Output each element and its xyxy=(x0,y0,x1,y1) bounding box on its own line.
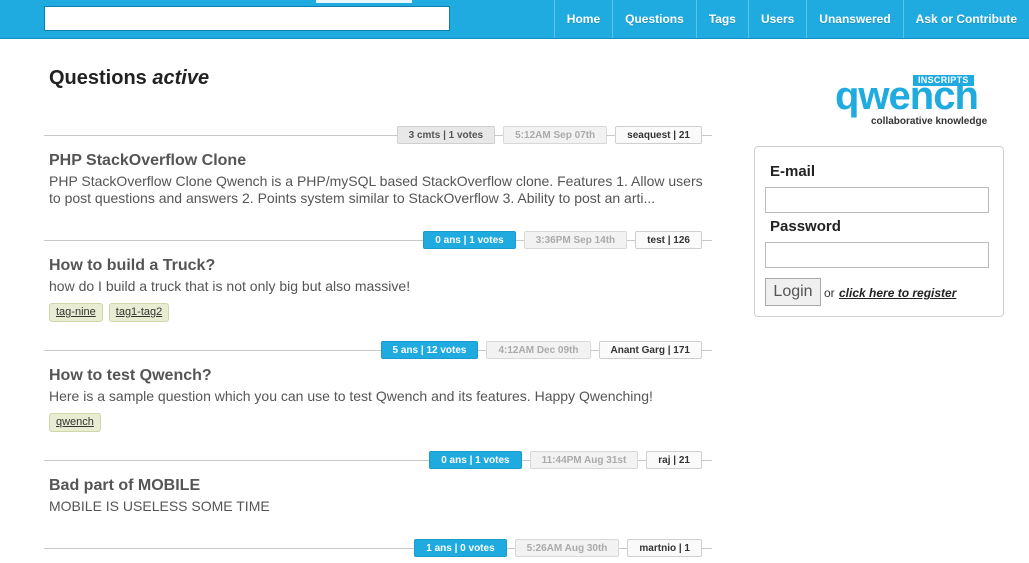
timestamp: 4:12AM Dec 09th xyxy=(486,341,591,359)
logo-tagline: collaborative knowledge xyxy=(871,116,988,127)
question-meta: 3 cmts | 1 votes 5:12AM Sep 07th seaques… xyxy=(44,120,712,150)
timestamp: 3:36PM Sep 14th xyxy=(523,231,628,249)
page-title-filter: active xyxy=(152,67,210,89)
author-link[interactable]: martnio | 1 xyxy=(627,539,702,557)
search-input[interactable] xyxy=(44,6,450,31)
question-excerpt: how do I build a truck that is not only … xyxy=(49,278,411,294)
author-link[interactable]: seaquest | 21 xyxy=(615,126,702,144)
author-link[interactable]: test | 126 xyxy=(635,231,702,249)
answer-vote-count: 1 ans | 0 votes xyxy=(414,539,507,557)
login-form: E-mail Password Login or click here to r… xyxy=(754,146,1004,317)
question-stats: 5 ans | 12 votes 4:12AM Dec 09th Anant G… xyxy=(380,341,702,359)
page-title: Questions active xyxy=(49,67,209,90)
question-stats: 1 ans | 0 votes 5:26AM Aug 30th martnio … xyxy=(414,539,702,557)
tag-chip[interactable]: qwench xyxy=(49,413,101,432)
login-button[interactable]: Login xyxy=(765,278,821,306)
question-excerpt: Here is a sample question which you can … xyxy=(49,388,653,404)
email-label: E-mail xyxy=(770,163,816,180)
nav-users-link[interactable]: Users xyxy=(747,0,806,38)
tag-list: qwench xyxy=(49,413,712,432)
nav-questions-link[interactable]: Questions xyxy=(612,0,696,38)
question-item: 0 ans | 1 votes 11:44PM Aug 31st raj | 2… xyxy=(44,445,712,533)
question-meta: 5 ans | 12 votes 4:12AM Dec 09th Anant G… xyxy=(44,335,712,365)
page-title-text: Questions xyxy=(49,67,147,89)
top-navigation-bar: Home Questions Tags Users Unanswered Ask… xyxy=(0,0,1029,39)
active-tab-indicator xyxy=(316,0,412,3)
tag-chip[interactable]: tag1-tag2 xyxy=(108,303,170,322)
author-link[interactable]: Anant Garg | 171 xyxy=(598,341,702,359)
question-meta: 0 ans | 1 votes 11:44PM Aug 31st raj | 2… xyxy=(44,445,712,475)
question-meta: 1 ans | 0 votes 5:26AM Aug 30th martnio … xyxy=(44,533,712,563)
question-stats: 3 cmts | 1 votes 5:12AM Sep 07th seaques… xyxy=(396,126,702,144)
nav-ask-link[interactable]: Ask or Contribute xyxy=(902,0,1029,38)
timestamp: 5:26AM Aug 30th xyxy=(514,539,620,557)
question-title-link[interactable]: How to build a Truck? xyxy=(49,257,712,275)
question-list: 3 cmts | 1 votes 5:12AM Sep 07th seaques… xyxy=(44,120,712,563)
author-link[interactable]: raj | 21 xyxy=(646,451,702,469)
question-meta: 0 ans | 1 votes 3:36PM Sep 14th test | 1… xyxy=(44,225,712,255)
question-item: 0 ans | 1 votes 3:36PM Sep 14th test | 1… xyxy=(44,225,712,335)
answer-vote-count: 5 ans | 12 votes xyxy=(380,341,479,359)
password-field[interactable] xyxy=(765,242,989,268)
password-label: Password xyxy=(770,218,841,235)
main-nav: Home Questions Tags Users Unanswered Ask… xyxy=(553,0,1029,38)
question-excerpt: MOBILE IS USELESS SOME TIME xyxy=(49,498,270,514)
question-title-link[interactable]: PHP StackOverflow Clone xyxy=(49,152,712,170)
email-field[interactable] xyxy=(765,187,989,213)
or-text: or xyxy=(824,286,835,300)
question-item: 1 ans | 0 votes 5:26AM Aug 30th martnio … xyxy=(44,533,712,563)
timestamp: 5:12AM Sep 07th xyxy=(503,126,608,144)
register-link[interactable]: click here to register xyxy=(839,286,956,300)
timestamp: 11:44PM Aug 31st xyxy=(529,451,639,469)
question-excerpt: PHP StackOverflow Clone Qwench is a PHP/… xyxy=(49,173,703,206)
question-title-link[interactable]: How to test Qwench? xyxy=(49,367,712,385)
question-item: 3 cmts | 1 votes 5:12AM Sep 07th seaques… xyxy=(44,120,712,225)
question-title-link[interactable]: Bad part of MOBILE xyxy=(49,477,712,495)
answer-vote-count: 0 ans | 1 votes xyxy=(423,231,516,249)
question-stats: 0 ans | 1 votes 3:36PM Sep 14th test | 1… xyxy=(423,231,702,249)
qwench-logo[interactable]: qwench INSCRIPTS collaborative knowledge xyxy=(835,74,995,130)
answer-vote-count: 0 ans | 1 votes xyxy=(429,451,522,469)
logo-badge: INSCRIPTS xyxy=(913,75,974,86)
nav-unanswered-link[interactable]: Unanswered xyxy=(806,0,902,38)
question-item: 5 ans | 12 votes 4:12AM Dec 09th Anant G… xyxy=(44,335,712,445)
question-stats: 0 ans | 1 votes 11:44PM Aug 31st raj | 2… xyxy=(429,451,702,469)
nav-home-link[interactable]: Home xyxy=(553,0,612,38)
tag-list: tag-nine tag1-tag2 xyxy=(49,303,712,322)
tag-chip[interactable]: tag-nine xyxy=(49,303,103,322)
answer-vote-count: 3 cmts | 1 votes xyxy=(396,126,496,144)
nav-tags-link[interactable]: Tags xyxy=(695,0,748,38)
